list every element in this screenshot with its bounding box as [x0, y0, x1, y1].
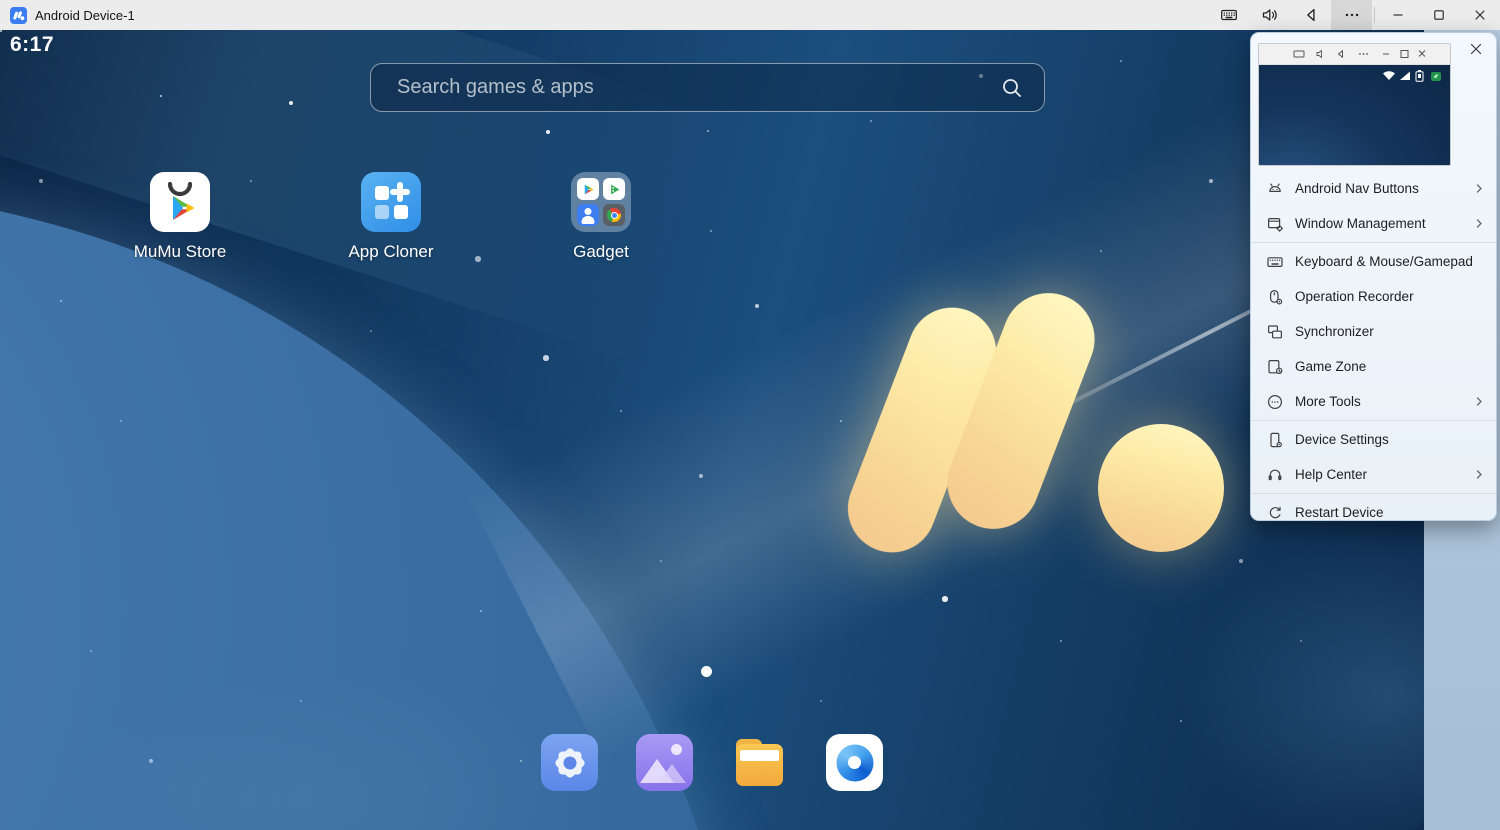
play-store-icon	[577, 178, 599, 200]
maximize-button[interactable]	[1418, 0, 1459, 30]
menu-item-help-center[interactable]: Help Center	[1251, 457, 1496, 492]
volume-toolbar-button[interactable]	[1249, 0, 1290, 30]
mumu-store-icon	[150, 172, 210, 232]
preview-screen	[1259, 65, 1450, 165]
wifi-signal-battery-icons	[1381, 69, 1445, 82]
menu-item-android-nav-buttons[interactable]: Android Nav Buttons	[1251, 171, 1496, 206]
restart-icon	[1266, 504, 1284, 522]
chevron-right-icon	[1474, 396, 1484, 407]
chevron-right-icon	[1474, 469, 1484, 480]
menu-divider	[1251, 242, 1496, 243]
headset-icon	[1266, 466, 1284, 484]
app-label: MuMu Store	[110, 242, 250, 262]
android-icon	[1266, 180, 1284, 198]
panel-close-button[interactable]	[1465, 38, 1487, 60]
menu-item-device-settings[interactable]: Device Settings	[1251, 422, 1496, 457]
dock	[0, 734, 1424, 791]
android-back-toolbar-button[interactable]	[1290, 0, 1331, 30]
more-menu-icon	[1343, 6, 1361, 24]
mouse-record-icon	[1266, 288, 1284, 306]
app-app-cloner[interactable]: App Cloner	[321, 172, 461, 262]
close-icon	[1472, 7, 1488, 23]
app-cloner-icon	[361, 172, 421, 232]
search-input[interactable]	[371, 76, 1000, 99]
menu-item-keyboard-mouse-gamepad[interactable]: Keyboard & Mouse/Gamepad	[1251, 244, 1496, 279]
menu-item-restart-device[interactable]: Restart Device	[1251, 495, 1496, 530]
menu-divider	[1251, 493, 1496, 494]
window-title: Android Device-1	[35, 8, 135, 23]
gadget-folder-icon	[571, 172, 631, 232]
sync-screens-icon	[1266, 323, 1284, 341]
keyboard-icon	[1266, 253, 1284, 271]
panel-menu: Android Nav Buttons Window Management Ke…	[1251, 171, 1496, 530]
dock-settings-button[interactable]	[541, 734, 598, 791]
app-label: App Cloner	[321, 242, 461, 262]
menu-item-operation-recorder[interactable]: Operation Recorder	[1251, 279, 1496, 314]
wallpaper-stars	[0, 30, 2, 32]
search-bar[interactable]	[370, 63, 1045, 112]
chrome-icon	[603, 204, 625, 226]
close-icon	[1469, 42, 1483, 56]
minimize-button[interactable]	[1377, 0, 1418, 30]
app-gadget-folder[interactable]: Gadget	[531, 172, 671, 262]
globe-icon	[836, 744, 873, 781]
android-back-icon	[1302, 6, 1320, 24]
window-titlebar: Android Device-1	[0, 0, 1500, 30]
titlebar-divider	[1374, 7, 1375, 23]
play-games-icon	[603, 178, 625, 200]
menu-item-synchronizer[interactable]: Synchronizer	[1251, 314, 1496, 349]
game-zone-icon	[1266, 358, 1284, 376]
status-time: 6:17	[10, 33, 54, 57]
app-label: Gadget	[531, 242, 671, 262]
keyboard-toolbar-button[interactable]	[1208, 0, 1249, 30]
maximize-icon	[1431, 7, 1447, 23]
menu-item-more-tools[interactable]: More Tools	[1251, 384, 1496, 419]
phone-gear-icon	[1266, 431, 1284, 449]
dock-files-button[interactable]	[731, 734, 788, 791]
mumu-logo-icon	[10, 7, 27, 24]
preview-titlebar	[1259, 44, 1450, 65]
wallpaper-mumu-logo-dot	[1098, 424, 1224, 552]
dock-photos-button[interactable]	[636, 734, 693, 791]
chevron-right-icon	[1474, 183, 1484, 194]
wifi-icon	[1383, 71, 1395, 80]
preview-status-icons	[1381, 69, 1445, 82]
minimize-icon	[1390, 7, 1406, 23]
more-menu-toolbar-button[interactable]	[1331, 0, 1372, 30]
app-mumu-store[interactable]: MuMu Store	[110, 172, 250, 262]
more-circle-icon	[1266, 393, 1284, 411]
chevron-right-icon	[1474, 218, 1484, 229]
signal-icon	[1400, 72, 1410, 81]
more-tools-panel: Android Nav Buttons Window Management Ke…	[1250, 32, 1497, 521]
keyboard-icon	[1220, 6, 1238, 24]
close-window-button[interactable]	[1459, 0, 1500, 30]
preview-titlebar-icons	[1280, 48, 1430, 60]
menu-item-game-zone[interactable]: Game Zone	[1251, 349, 1496, 384]
menu-item-window-management[interactable]: Window Management	[1251, 206, 1496, 241]
menu-divider	[1251, 420, 1496, 421]
dock-browser-button[interactable]	[826, 734, 883, 791]
volume-icon	[1261, 6, 1279, 24]
contacts-icon	[577, 204, 599, 226]
search-icon	[1000, 76, 1024, 100]
device-preview-thumbnail[interactable]	[1258, 43, 1451, 166]
window-gear-icon	[1266, 215, 1284, 233]
android-home-screen: 6:17 MuMu Store App	[0, 30, 1424, 830]
page-indicator-dot	[701, 666, 712, 677]
